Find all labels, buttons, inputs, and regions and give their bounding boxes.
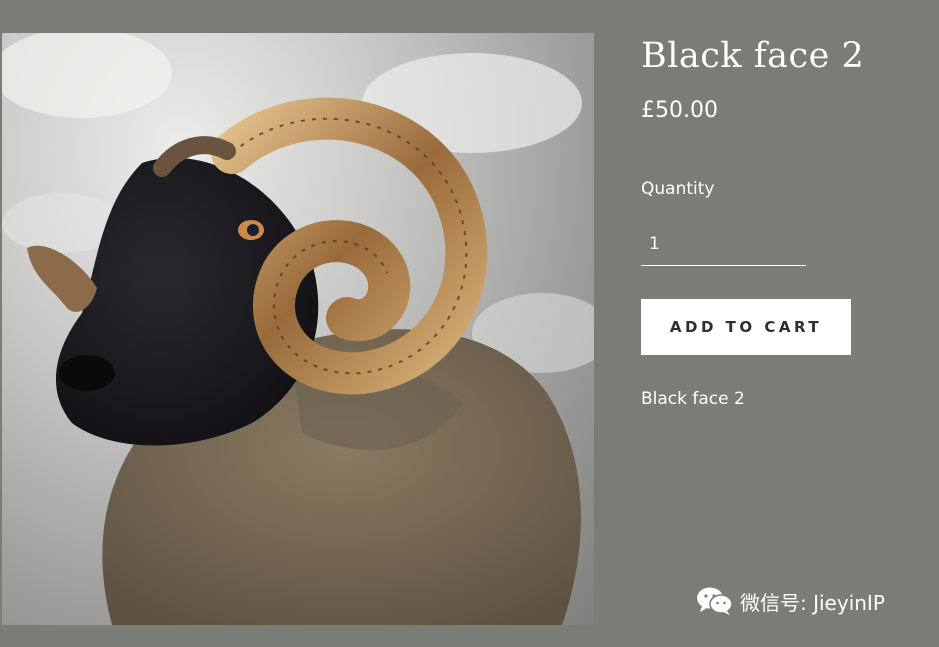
add-to-cart-button[interactable]: ADD TO CART [641, 299, 851, 355]
quantity-label: Quantity [641, 179, 715, 199]
watermark-text: 微信号: JieyinIP [740, 590, 885, 615]
watermark: 微信号: JieyinIP [696, 586, 885, 616]
product-image [2, 33, 594, 625]
product-description: Black face 2 [641, 389, 745, 409]
ram-photo [2, 33, 594, 625]
wechat-icon [697, 587, 733, 615]
quantity-input[interactable] [641, 222, 806, 266]
product-title: Black face 2 [641, 36, 865, 76]
product-price: £50.00 [641, 98, 718, 123]
